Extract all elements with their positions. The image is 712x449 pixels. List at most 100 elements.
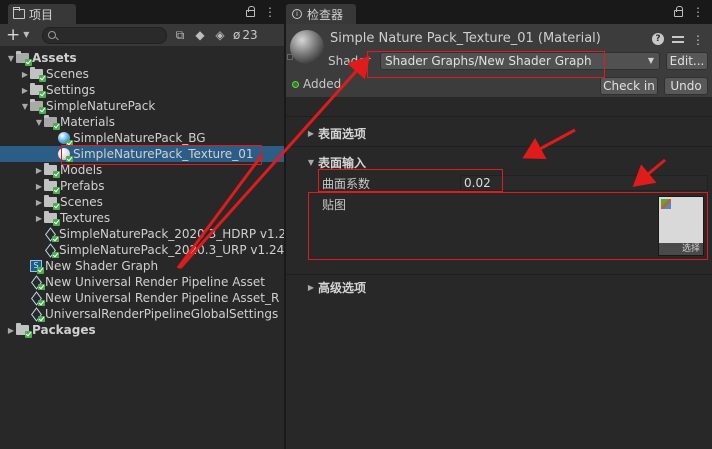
tree-item-label: Settings bbox=[46, 83, 96, 97]
project-panel: 项目 ⋮ + ▼ ⧉ ◆ ◈ ø 23 ▼ Assets ▶ Scenes ▶ Settin… bbox=[0, 0, 284, 449]
material-preview-badge bbox=[287, 54, 293, 60]
tree-item[interactable]: SimpleNaturePack_BG bbox=[0, 130, 284, 146]
kebab-menu-icon[interactable]: ⋮ bbox=[692, 33, 704, 47]
undo-button[interactable]: Undo bbox=[664, 77, 708, 95]
lock-icon[interactable] bbox=[674, 6, 683, 17]
edit-button[interactable]: Edit... bbox=[666, 52, 708, 70]
chevron-down-icon[interactable]: ▼ bbox=[20, 102, 30, 111]
tree-item-label: Scenes bbox=[46, 67, 89, 81]
folder-open-icon bbox=[44, 115, 60, 130]
vcs-added-badge-icon bbox=[25, 331, 32, 338]
vcs-added-badge-icon bbox=[37, 267, 44, 274]
check-in-button[interactable]: Check in bbox=[600, 77, 658, 95]
folder-icon bbox=[44, 211, 60, 226]
tree-item[interactable]: New Universal Render Pipeline Asset_R bbox=[0, 290, 284, 306]
info-icon: i bbox=[292, 9, 302, 19]
tree-item[interactable]: New Universal Render Pipeline Asset bbox=[0, 274, 284, 290]
added-status-icon bbox=[292, 80, 299, 88]
hidden-count: 23 bbox=[242, 28, 258, 42]
folder-open-icon bbox=[30, 99, 46, 114]
section-advanced-options-label: 高级选项 bbox=[318, 280, 367, 295]
tree-item[interactable]: SimpleNaturePack_2020.3_HDRP v1.2 bbox=[0, 226, 284, 242]
section-advanced-options[interactable]: ▶ 高级选项 bbox=[286, 277, 712, 297]
scriptable-asset-icon bbox=[30, 276, 45, 290]
separator bbox=[286, 146, 712, 147]
folder-icon bbox=[44, 195, 60, 210]
tree-item[interactable]: ▶ Textures bbox=[0, 210, 284, 226]
tree-item[interactable]: SimpleNaturePack_2020.3_URP v1.24 bbox=[0, 242, 284, 258]
vcs-added-badge-icon bbox=[39, 75, 46, 82]
chevron-right-icon[interactable]: ▶ bbox=[20, 70, 30, 79]
annotation-box-texture bbox=[308, 192, 708, 260]
folder-icon bbox=[30, 67, 46, 82]
material-icon bbox=[58, 132, 73, 146]
search-by-type-icon[interactable]: ⧉ bbox=[173, 28, 187, 42]
unity-package-icon bbox=[44, 244, 59, 258]
chevron-right-icon[interactable]: ▶ bbox=[6, 326, 16, 335]
tree-item-label: SimpleNaturePack_2020.3_URP v1.24 bbox=[59, 243, 284, 257]
chevron-down-icon: ▼ bbox=[23, 30, 30, 39]
hidden-packages-toggle[interactable]: ø 23 bbox=[233, 28, 258, 42]
tree-item[interactable]: ▼ Materials bbox=[0, 114, 284, 130]
tree-item[interactable]: S New Shader Graph bbox=[0, 258, 284, 274]
vcs-added-badge-icon bbox=[25, 59, 32, 66]
chevron-right-icon[interactable]: ▶ bbox=[34, 198, 44, 207]
shader-label: Shader bbox=[328, 54, 371, 68]
kebab-menu-icon[interactable]: ⋮ bbox=[692, 5, 704, 19]
tree-item-label: UniversalRenderPipelineGlobalSettings bbox=[45, 307, 279, 321]
chevron-down-icon[interactable]: ▼ bbox=[34, 118, 44, 127]
tree-item[interactable]: UniversalRenderPipelineGlobalSettings bbox=[0, 306, 284, 322]
tree-item[interactable]: ▼ Assets bbox=[0, 50, 284, 66]
plus-icon: + bbox=[6, 25, 21, 45]
lock-icon[interactable] bbox=[246, 6, 255, 17]
tree-item-label: Prefabs bbox=[60, 179, 105, 193]
annotation-box-curvature bbox=[318, 169, 503, 192]
tree-item[interactable]: ▶ Packages bbox=[0, 322, 284, 338]
inspector-tabbar: i 检查器 ⋮ bbox=[286, 0, 712, 24]
added-label: Added bbox=[303, 77, 342, 91]
chevron-right-icon: ▶ bbox=[307, 128, 315, 138]
tree-item-label: New Universal Render Pipeline Asset_R bbox=[45, 291, 280, 305]
tree-item-label: Materials bbox=[60, 115, 116, 129]
chevron-right-icon[interactable]: ▶ bbox=[34, 166, 44, 175]
annotation-box-shader bbox=[367, 51, 605, 78]
folder-icon bbox=[30, 83, 46, 98]
label-icon[interactable]: ◈ bbox=[213, 28, 227, 42]
chevron-down-icon[interactable]: ▼ bbox=[6, 54, 16, 63]
help-icon[interactable]: ? bbox=[652, 33, 664, 45]
chevron-right-icon: ▶ bbox=[307, 282, 315, 292]
tree-item-label: Scenes bbox=[60, 195, 103, 209]
folder-icon bbox=[13, 7, 25, 19]
filter-by-type-icon[interactable]: ◆ bbox=[193, 28, 207, 42]
tree-item[interactable]: ▼ SimpleNaturePack bbox=[0, 98, 284, 114]
search-input[interactable] bbox=[42, 26, 167, 44]
tree-item-label: Models bbox=[60, 163, 103, 177]
tree-item-label: New Shader Graph bbox=[45, 259, 159, 273]
tree-item[interactable]: ▶ Scenes bbox=[0, 66, 284, 82]
tab-inspector[interactable]: i 检查器 bbox=[286, 4, 356, 24]
tree-item-label: New Universal Render Pipeline Asset bbox=[45, 275, 265, 289]
material-title: Simple Nature Pack_Texture_01 (Material) bbox=[330, 31, 601, 46]
vcs-added-badge-icon bbox=[53, 187, 60, 194]
eye-slash-icon: ø bbox=[233, 28, 241, 42]
material-preview-icon bbox=[290, 30, 324, 64]
vcs-added-badge-icon bbox=[53, 203, 60, 210]
section-surface-options[interactable]: ▶ 表面选项 bbox=[286, 123, 712, 143]
section-surface-options-label: 表面选项 bbox=[318, 126, 367, 141]
chevron-right-icon[interactable]: ▶ bbox=[34, 182, 44, 191]
tab-project[interactable]: 项目 bbox=[8, 4, 76, 24]
search-icon bbox=[48, 31, 56, 39]
kebab-menu-icon[interactable]: ⋮ bbox=[264, 5, 276, 19]
create-button[interactable]: + ▼ bbox=[6, 25, 36, 45]
vcs-status: Added bbox=[292, 77, 341, 91]
section-surface-inputs-label: 表面输入 bbox=[318, 155, 367, 170]
tree-item[interactable]: ▶ Settings bbox=[0, 82, 284, 98]
folder-icon bbox=[44, 179, 60, 194]
tree-item-label: Packages bbox=[32, 323, 96, 337]
project-toolbar: + ▼ ⧉ ◆ ◈ ø 23 bbox=[0, 24, 284, 46]
chevron-right-icon[interactable]: ▶ bbox=[34, 214, 44, 223]
tree-item[interactable]: ▶ Prefabs bbox=[0, 178, 284, 194]
chevron-right-icon[interactable]: ▶ bbox=[20, 86, 30, 95]
presets-icon[interactable] bbox=[672, 33, 684, 45]
tree-item[interactable]: ▶ Scenes bbox=[0, 194, 284, 210]
